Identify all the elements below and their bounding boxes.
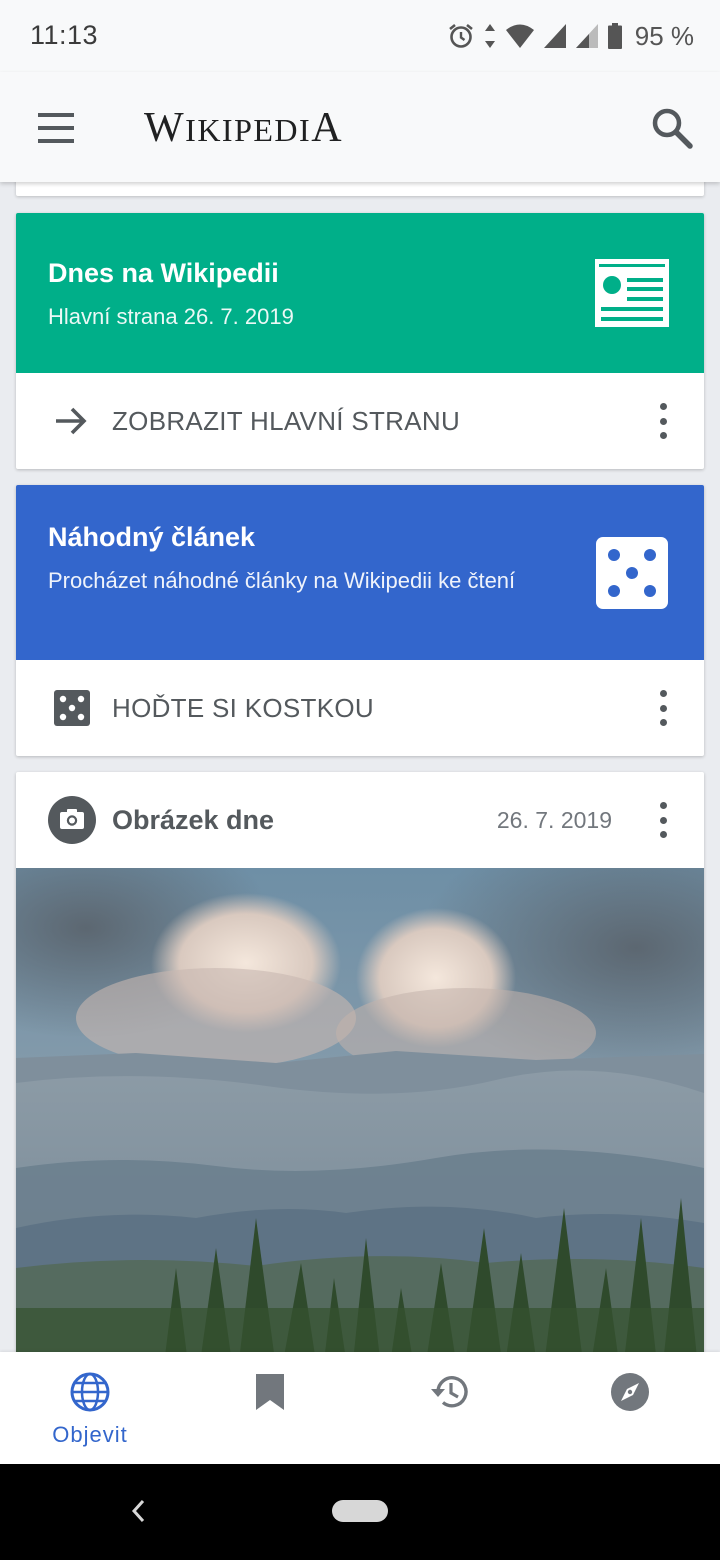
compass-icon <box>611 1373 649 1411</box>
roll-dice-button[interactable]: HOĎTE SI KOSTKOU <box>16 660 704 756</box>
arrow-right-icon <box>56 407 87 435</box>
dice-icon <box>54 690 90 726</box>
system-nav-bar <box>0 1464 720 1560</box>
landscape-photo <box>16 868 704 1352</box>
history-icon <box>431 1376 468 1408</box>
nav-explore[interactable]: Objevit <box>0 1352 180 1464</box>
picture-of-day-card[interactable]: Obrázek dne 26. 7. 2019 <box>16 772 704 1352</box>
newspaper-icon <box>595 259 669 327</box>
featured-card-title: Dnes na Wikipedii <box>48 258 279 288</box>
bookmark-icon <box>256 1374 284 1410</box>
data-arrows-icon <box>484 24 495 48</box>
nav-history[interactable] <box>360 1352 540 1464</box>
bottom-nav: Objevit <box>0 1352 720 1464</box>
status-bar: 11:13 95 % <box>0 0 720 72</box>
wifi-icon <box>505 24 534 48</box>
feed[interactable]: Dnes na Wikipedii Hlavní strana 26. 7. 2… <box>0 182 720 1352</box>
random-card[interactable]: Náhodný článek Procházet náhodné články … <box>16 485 704 756</box>
signal-icon <box>575 24 598 48</box>
featured-card-subtitle: Hlavní strana 26. 7. 2019 <box>48 304 294 329</box>
status-time: 11:13 <box>30 20 99 50</box>
featured-card-overflow-menu[interactable] <box>650 403 676 439</box>
alarm-icon <box>448 23 473 48</box>
random-card-overflow-menu[interactable] <box>650 690 676 726</box>
previous-card-edge <box>16 182 704 196</box>
random-card-subtitle: Procházet náhodné články na Wikipedii ke… <box>48 568 516 593</box>
picture-of-day-title: Obrázek dne <box>112 805 275 835</box>
nav-saved[interactable] <box>180 1352 360 1464</box>
nav-nearby[interactable] <box>540 1352 720 1464</box>
show-main-page-button[interactable]: ZOBRAZIT HLAVNÍ STRANU <box>16 373 704 469</box>
picture-of-day-overflow-menu[interactable] <box>650 802 676 838</box>
home-pill[interactable] <box>332 1500 388 1522</box>
featured-card-header[interactable]: Dnes na Wikipedii Hlavní strana 26. 7. 2… <box>16 213 704 373</box>
signal-icon <box>543 24 566 48</box>
picture-of-day-header: Obrázek dne 26. 7. 2019 <box>16 772 704 868</box>
nav-explore-label: Objevit <box>52 1422 128 1447</box>
wikipedia-logo: WIKIPEDIA <box>144 105 344 151</box>
picture-of-day-image[interactable] <box>16 868 704 1352</box>
app-bar: WIKIPEDIA <box>0 72 720 182</box>
dice-icon <box>596 537 668 609</box>
picture-of-day-date: 26. 7. 2019 <box>496 807 612 833</box>
status-icons: 95 % <box>447 18 694 54</box>
search-icon[interactable] <box>650 106 694 150</box>
camera-icon <box>48 796 96 844</box>
globe-icon <box>70 1372 110 1412</box>
battery-percent: 95 % <box>634 20 694 51</box>
menu-icon[interactable] <box>30 107 82 149</box>
featured-card[interactable]: Dnes na Wikipedii Hlavní strana 26. 7. 2… <box>16 213 704 469</box>
random-card-title: Náhodný článek <box>48 522 256 552</box>
roll-dice-label: HOĎTE SI KOSTKOU <box>112 693 374 723</box>
back-icon[interactable] <box>126 1496 150 1526</box>
show-main-page-label: ZOBRAZIT HLAVNÍ STRANU <box>112 406 461 436</box>
random-card-header[interactable]: Náhodný článek Procházet náhodné články … <box>16 485 704 660</box>
battery-icon <box>607 23 622 49</box>
